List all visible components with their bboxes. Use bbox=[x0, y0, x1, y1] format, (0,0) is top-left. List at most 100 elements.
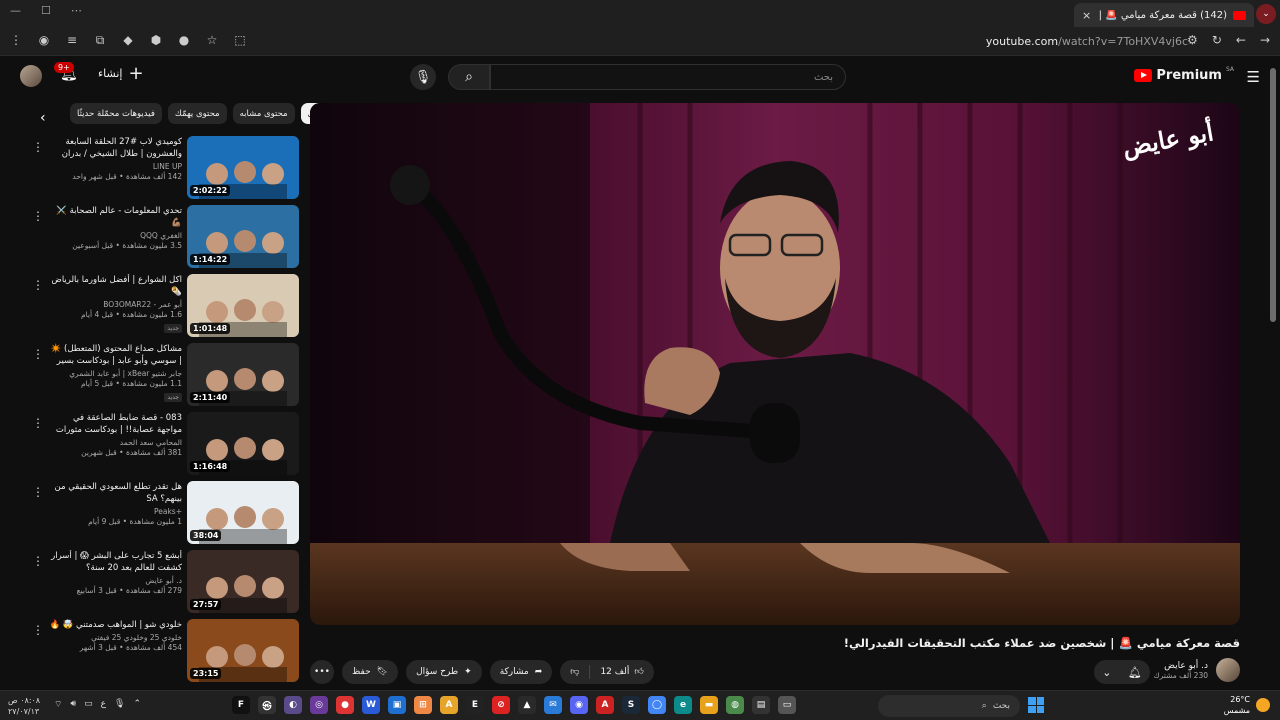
recommendation-item[interactable]: ⋮ كوميدي لاب #27 الحلقة السابعة والعشرون … bbox=[28, 136, 300, 200]
taskbar-app-icon[interactable]: ㉿ bbox=[258, 696, 276, 714]
item-channel[interactable]: المحامي سعد الحمد bbox=[48, 438, 182, 447]
recommendation-item[interactable]: ⋮ 083 - قصة ضابط الصاعقة في مواجهة عصابة!… bbox=[28, 412, 300, 476]
channel-info[interactable]: د. أبو عايض 230 ألف مشترك bbox=[1153, 658, 1240, 682]
item-title[interactable]: 083 - قصة ضابط الصاعقة في مواجهة عصابة!!… bbox=[48, 412, 182, 436]
taskbar-clock[interactable]: ٠٨:٠٨ ص ٢٧/٠٧/١٣ bbox=[8, 695, 40, 717]
item-thumbnail[interactable]: 2:11:40 bbox=[187, 343, 299, 406]
create-button[interactable]: إنشاء + bbox=[98, 64, 144, 82]
tab-search-icon[interactable]: ⌄ bbox=[1256, 4, 1276, 24]
item-thumbnail[interactable]: 1:16:48 bbox=[187, 412, 299, 475]
item-title[interactable]: خلودي شو | المواهب صدمتني 🤯 🔥 bbox=[48, 619, 182, 631]
taskbar-app-icon[interactable]: ◯ bbox=[648, 696, 666, 714]
taskbar-app-icon[interactable]: ⊞ bbox=[414, 696, 432, 714]
reload-icon[interactable]: ↻ bbox=[1212, 33, 1222, 47]
taskbar-app-icon[interactable]: ▭ bbox=[778, 696, 796, 714]
wifi-icon[interactable]: ⌔ bbox=[54, 699, 62, 710]
minimize-icon[interactable]: — bbox=[10, 4, 21, 17]
menu-dots-icon[interactable]: ⋮ bbox=[8, 32, 24, 48]
taskbar-app-icon[interactable]: e bbox=[674, 696, 692, 714]
site-settings-icon[interactable]: ⚙ bbox=[1187, 33, 1198, 47]
voice-search-mic-icon[interactable]: 🎙︎ bbox=[410, 64, 436, 90]
taskbar-app-icon[interactable]: ▣ bbox=[388, 696, 406, 714]
chip-recently-uploaded[interactable]: فيديوهات محمّلة حديثًا bbox=[70, 103, 162, 124]
item-channel[interactable]: +Peaks bbox=[48, 507, 182, 516]
windows-start-icon[interactable] bbox=[1028, 697, 1044, 713]
taskbar-app-icon[interactable]: W bbox=[362, 696, 380, 714]
item-more-icon[interactable]: ⋮ bbox=[32, 485, 44, 499]
channel-name[interactable]: د. أبو عايض bbox=[1153, 661, 1208, 671]
browser-tab-active[interactable]: (142) قصة معركة ميامي 🚨 | ... × bbox=[1074, 3, 1254, 27]
extension-diamond-icon[interactable]: ◆ bbox=[120, 32, 136, 48]
forward-icon[interactable]: → bbox=[1260, 33, 1270, 47]
item-title[interactable]: أبشع 5 تجارب على البشر 😱 | أسرار كشفت لل… bbox=[48, 550, 182, 574]
taskbar-app-icon[interactable]: E bbox=[466, 696, 484, 714]
item-title[interactable]: هل تقدر تطلع السعودي الحقيقي من بينهم؟ S… bbox=[48, 481, 182, 505]
item-title[interactable]: مشاكل صداع المحتوى (المتعطل) ✴️ | سوسي و… bbox=[48, 343, 182, 367]
taskbar-app-icon[interactable]: ◉ bbox=[570, 696, 588, 714]
item-thumbnail[interactable]: 27:57 bbox=[187, 550, 299, 613]
item-title[interactable]: كوميدي لاب #27 الحلقة السابعة والعشرون |… bbox=[48, 136, 182, 160]
item-thumbnail[interactable]: 1:14:22 bbox=[187, 205, 299, 268]
taskbar-app-icon[interactable]: ✉ bbox=[544, 696, 562, 714]
taskbar-app-icon[interactable]: ▬ bbox=[700, 696, 718, 714]
language-indicator[interactable]: ع bbox=[101, 699, 106, 710]
volume-icon[interactable]: 🔊︎ bbox=[70, 699, 76, 710]
recommendation-item[interactable]: ⋮ مشاكل صداع المحتوى (المتعطل) ✴️ | سوسي … bbox=[28, 343, 300, 407]
dislike-button[interactable]: 👎︎ bbox=[560, 660, 589, 684]
item-more-icon[interactable]: ⋮ bbox=[32, 140, 44, 154]
item-thumbnail[interactable]: 2:02:22 bbox=[187, 136, 299, 199]
downloads-icon[interactable]: ≡ bbox=[64, 32, 80, 48]
search-input[interactable]: بحث bbox=[490, 64, 846, 90]
taskbar-app-icon[interactable]: ⊘ bbox=[492, 696, 510, 714]
taskbar-search[interactable]: بحث ⌕ bbox=[878, 695, 1020, 717]
extensions-icon[interactable]: ⧉ bbox=[92, 32, 108, 48]
like-button[interactable]: 12 ألف 👍︎ bbox=[590, 660, 653, 684]
back-icon[interactable]: ← bbox=[1236, 33, 1246, 47]
search-button[interactable]: ⌕ bbox=[448, 64, 490, 90]
item-channel[interactable]: خلودي 25 وخلودي 25 فيفتي bbox=[48, 633, 182, 642]
item-channel[interactable]: LINE UP bbox=[48, 162, 182, 171]
chevron-left-icon[interactable]: ‹ bbox=[40, 110, 46, 126]
recommendation-item[interactable]: ⋮ اكل الشوارع | أفضل شاورما بالرياض 🌯 أبو … bbox=[28, 274, 300, 338]
item-more-icon[interactable]: ⋮ bbox=[32, 278, 44, 292]
taskbar-app-icon[interactable]: ◍ bbox=[726, 696, 744, 714]
item-more-icon[interactable]: ⋮ bbox=[32, 554, 44, 568]
taskbar-app-icon[interactable]: S bbox=[622, 696, 640, 714]
page-scrollbar[interactable] bbox=[1270, 60, 1276, 690]
taskbar-app-icon[interactable]: F bbox=[232, 696, 250, 714]
share-button[interactable]: مشاركة ➦ bbox=[489, 660, 553, 684]
channel-avatar[interactable] bbox=[1216, 658, 1240, 682]
item-channel[interactable]: أبو عمر - BO3OMAR22 bbox=[48, 300, 182, 309]
item-channel[interactable]: جابر شتيو xBear | أبو عابد الشمري bbox=[48, 369, 182, 378]
video-player[interactable]: أبو عايض bbox=[310, 103, 1240, 625]
extension-shield-icon[interactable]: ⬢ bbox=[148, 32, 164, 48]
item-channel[interactable]: الغفري QQQ bbox=[48, 231, 182, 240]
more-actions-button[interactable]: ••• bbox=[310, 660, 334, 684]
recommendation-item[interactable]: ⋮ خلودي شو | المواهب صدمتني 🤯 🔥 خلودي 25 و… bbox=[28, 619, 300, 683]
hamburger-menu-icon[interactable]: ☰ bbox=[1247, 68, 1260, 86]
ask-button[interactable]: طرح سؤال ✦ bbox=[406, 660, 482, 684]
taskbar-app-icon[interactable]: ▤ bbox=[752, 696, 770, 714]
close-tab-icon[interactable]: × bbox=[1082, 9, 1091, 22]
scrollbar-thumb[interactable] bbox=[1270, 68, 1276, 322]
item-title[interactable]: تحدي المعلومات - عالم الصحابة ⚔️ 💪🏽 bbox=[48, 205, 182, 229]
weather-widget[interactable]: 26°C مشمس bbox=[1224, 694, 1270, 716]
item-more-icon[interactable]: ⋮ bbox=[32, 416, 44, 430]
save-button[interactable]: حفظ 🔖︎ bbox=[342, 660, 399, 684]
item-channel[interactable]: د. أبو عايض bbox=[48, 576, 182, 585]
taskbar-app-icon[interactable]: ◐ bbox=[284, 696, 302, 714]
taskbar-app-icon[interactable]: A bbox=[440, 696, 458, 714]
taskbar-app-icon[interactable]: ▲ bbox=[518, 696, 536, 714]
item-more-icon[interactable]: ⋮ bbox=[32, 209, 44, 223]
recommendation-item[interactable]: ⋮ تحدي المعلومات - عالم الصحابة ⚔️ 💪🏽 الغف… bbox=[28, 205, 300, 269]
youtube-premium-logo[interactable]: Premium SA bbox=[1134, 66, 1234, 83]
more-icon[interactable]: ⋯ bbox=[71, 4, 82, 17]
item-more-icon[interactable]: ⋮ bbox=[32, 347, 44, 361]
account-avatar[interactable] bbox=[20, 65, 42, 87]
mic-tray-icon[interactable]: 🎙︎ bbox=[114, 699, 125, 710]
extension-red-icon[interactable]: ● bbox=[176, 32, 192, 48]
item-more-icon[interactable]: ⋮ bbox=[32, 623, 44, 637]
bookmark-star-icon[interactable]: ☆ bbox=[204, 32, 220, 48]
recommendation-item[interactable]: ⋮ هل تقدر تطلع السعودي الحقيقي من بينهم؟ … bbox=[28, 481, 300, 545]
profile-icon[interactable]: ◉ bbox=[36, 32, 52, 48]
